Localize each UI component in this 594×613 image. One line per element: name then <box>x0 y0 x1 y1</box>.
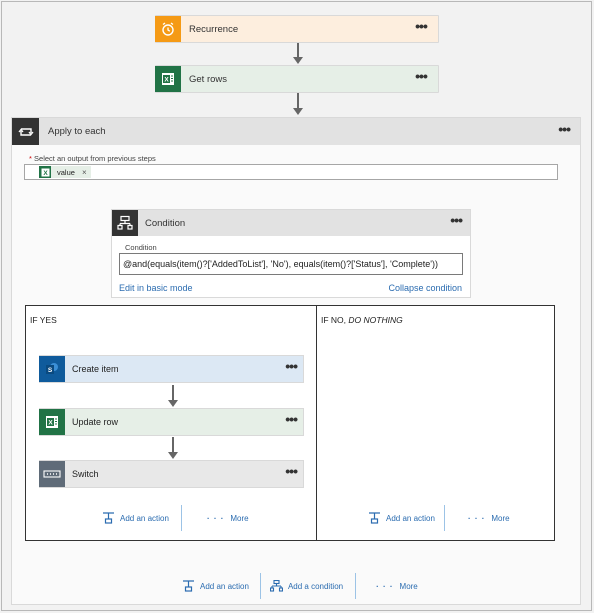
condition-card: Condition ••• Condition @and(equals(item… <box>111 209 471 298</box>
required-mark: * <box>29 154 32 163</box>
get-rows-card[interactable]: X Get rows ••• <box>155 65 439 93</box>
excel-icon: X <box>155 66 181 92</box>
create-item-more-button[interactable]: ••• <box>285 359 298 373</box>
value-token[interactable]: X value × <box>39 166 91 178</box>
svg-text:X: X <box>48 420 53 427</box>
update-row-card[interactable]: X Update row ••• <box>39 408 304 436</box>
svg-text:X: X <box>164 77 169 84</box>
condition-more-button[interactable]: ••• <box>450 213 463 227</box>
add-condition-icon <box>269 580 283 592</box>
condition-header[interactable]: Condition ••• <box>112 210 470 236</box>
more-dots-icon: · · · <box>206 513 225 523</box>
add-condition-label: Add a condition <box>287 581 344 591</box>
divider <box>259 573 261 599</box>
if-no-more-button[interactable]: · · · More <box>468 514 510 523</box>
if-yes-add-action-button[interactable]: Add an action <box>102 512 169 524</box>
canvas: Recurrence ••• X Get rows ••• Apply to e… <box>1 1 592 611</box>
divider <box>180 505 182 531</box>
value-token-label: value <box>57 167 75 177</box>
switch-more-button[interactable]: ••• <box>285 464 298 478</box>
get-rows-title: Get rows <box>189 73 228 85</box>
flow-arrow <box>293 93 303 115</box>
more-label: More <box>399 581 418 591</box>
apply-to-each-title: Apply to each <box>48 126 106 137</box>
flow-arrow <box>293 43 303 64</box>
update-row-more-button[interactable]: ••• <box>285 412 298 426</box>
if-yes-add-row: Add an action · · · More <box>102 505 249 531</box>
svg-text:S: S <box>48 367 53 374</box>
loop-icon <box>12 118 39 145</box>
excel-icon: X <box>39 409 65 435</box>
if-no-add-action-label: Add an action <box>386 513 435 523</box>
if-no-more-label: More <box>491 513 510 523</box>
if-no-title: IF NO, DO NOTHING <box>321 315 403 325</box>
recurrence-title: Recurrence <box>189 23 239 35</box>
edit-in-basic-mode-link[interactable]: Edit in basic mode <box>119 283 193 293</box>
add-action-icon <box>102 512 115 524</box>
if-no-add-action-button[interactable]: Add an action <box>368 512 435 524</box>
flow-arrow <box>168 385 178 407</box>
get-rows-more-button[interactable]: ••• <box>410 69 432 83</box>
if-yes-add-action-label: Add an action <box>120 513 169 523</box>
if-yes-title: IF YES <box>30 315 57 325</box>
excel-icon: X <box>39 166 51 178</box>
sharepoint-icon: S <box>39 356 65 382</box>
select-output-text: Select an output from previous steps <box>34 154 156 163</box>
more-dots-icon: · · · <box>467 513 486 523</box>
switch-card[interactable]: Switch ••• <box>39 460 304 488</box>
create-item-title: Create item <box>72 364 119 374</box>
select-output-label: * Select an output from previous steps <box>29 154 156 163</box>
apply-to-each-header[interactable]: Apply to each ••• <box>12 118 580 145</box>
bottom-add-row: Add an action Add a condition · · · More <box>182 573 418 599</box>
update-row-title: Update row <box>72 417 119 427</box>
if-yes-more-button[interactable]: · · · More <box>207 514 249 523</box>
condition-expression-input[interactable]: @and(equals(item()?['AddedToList'], 'No'… <box>119 253 463 275</box>
add-action-button[interactable]: Add an action <box>182 580 249 592</box>
svg-text:X: X <box>43 170 48 177</box>
create-item-card[interactable]: S Create item ••• <box>39 355 304 383</box>
select-output-input[interactable]: X value × <box>24 164 558 180</box>
add-action-icon <box>368 512 381 524</box>
flow-arrow <box>168 437 178 459</box>
switch-icon <box>39 461 65 487</box>
collapse-condition-link[interactable]: Collapse condition <box>388 283 462 293</box>
recurrence-card[interactable]: Recurrence ••• <box>155 15 439 43</box>
if-no-title-prefix: IF NO, <box>321 315 347 325</box>
if-yes-branch: IF YES S Create item ••• X Update row ••… <box>25 305 317 541</box>
if-no-title-italic: DO NOTHING <box>348 315 403 325</box>
if-yes-more-label: More <box>230 513 249 523</box>
alarm-clock-icon <box>155 16 181 42</box>
add-action-icon <box>182 580 195 592</box>
switch-title: Switch <box>72 469 99 479</box>
divider <box>355 573 357 599</box>
add-action-label: Add an action <box>200 581 249 591</box>
apply-to-each-container: Apply to each ••• * Select an output fro… <box>11 117 581 605</box>
condition-sub-label: Condition <box>125 243 157 252</box>
recurrence-more-button[interactable]: ••• <box>410 19 432 33</box>
condition-title: Condition <box>145 217 186 229</box>
more-dots-icon: · · · <box>376 581 394 591</box>
divider <box>443 505 445 531</box>
if-no-add-row: Add an action · · · More <box>368 505 510 531</box>
add-condition-button[interactable]: Add a condition <box>269 580 344 592</box>
remove-token-icon[interactable]: × <box>82 168 87 177</box>
if-no-branch: IF NO, DO NOTHING Add an action · · · Mo… <box>316 305 555 541</box>
apply-to-each-more-button[interactable]: ••• <box>558 122 571 136</box>
condition-icon <box>112 210 138 236</box>
more-button[interactable]: · · · More <box>376 582 418 591</box>
